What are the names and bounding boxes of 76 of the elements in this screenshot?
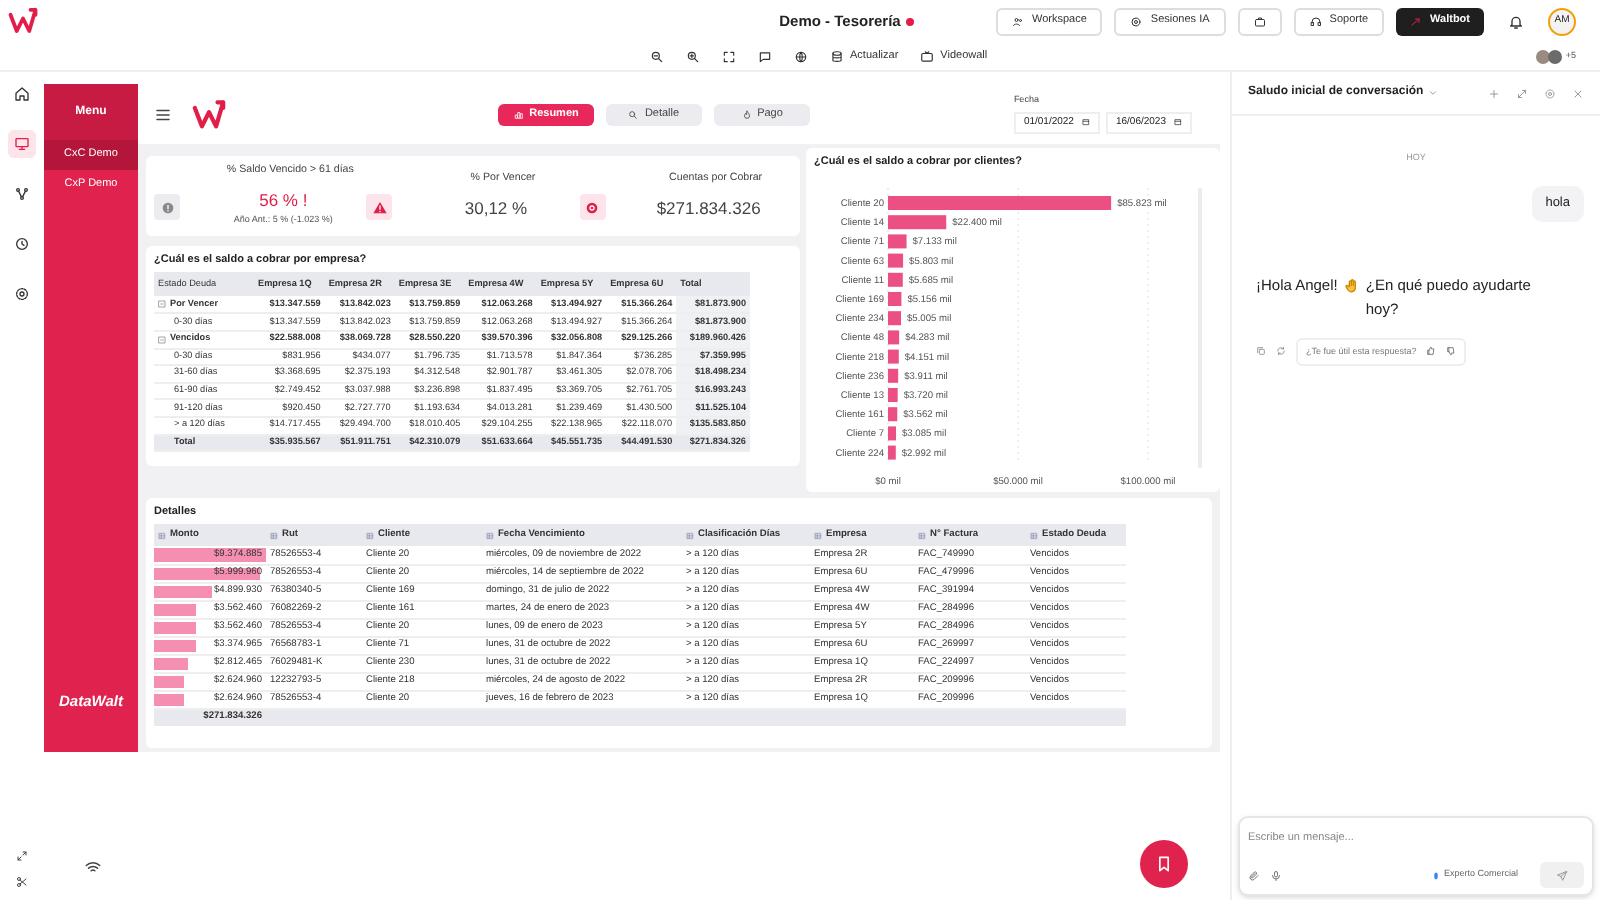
column-type-icon xyxy=(686,531,694,540)
kpi-value: 56 % ! xyxy=(259,188,308,214)
bar[interactable] xyxy=(888,196,1112,211)
info-icon xyxy=(159,199,175,216)
target-icon xyxy=(1130,15,1143,27)
close-icon[interactable] xyxy=(1572,87,1584,99)
logo-icon xyxy=(8,6,38,36)
home-icon xyxy=(14,86,30,102)
tv-icon xyxy=(920,49,935,63)
waving-hand-icon xyxy=(1343,277,1360,293)
copy-icon[interactable] xyxy=(1256,346,1266,357)
briefcase-icon xyxy=(1253,15,1266,27)
notification-icon[interactable] xyxy=(1508,13,1525,29)
bar[interactable] xyxy=(888,369,899,384)
database-icon xyxy=(830,49,844,63)
bar[interactable] xyxy=(888,350,899,365)
scissors-icon[interactable] xyxy=(16,876,28,888)
coin-icon xyxy=(584,199,601,216)
search-icon xyxy=(628,109,639,119)
people-icon xyxy=(1012,15,1024,27)
zoom-in-icon[interactable] xyxy=(686,49,700,63)
network-icon xyxy=(14,186,30,202)
paperclip-icon[interactable] xyxy=(1248,869,1260,881)
zoom-out-icon[interactable] xyxy=(650,49,664,63)
logo-icon xyxy=(192,97,226,131)
collapse-icon[interactable] xyxy=(158,335,166,344)
column-type-icon xyxy=(158,531,166,540)
refresh-icon[interactable] xyxy=(1276,346,1286,357)
monitor-icon xyxy=(14,136,30,152)
kpi-value: $271.834.326 xyxy=(656,195,761,221)
thumbs-up-icon[interactable] xyxy=(1426,346,1437,357)
bar[interactable] xyxy=(888,215,947,230)
globe-icon[interactable] xyxy=(794,49,808,63)
column-type-icon xyxy=(1030,531,1038,540)
column-type-icon xyxy=(366,531,374,540)
warning-icon xyxy=(371,199,388,216)
bar[interactable] xyxy=(888,311,901,326)
flame-icon xyxy=(741,109,752,119)
bar[interactable] xyxy=(888,330,900,345)
clock-icon xyxy=(14,236,30,252)
plus-icon[interactable] xyxy=(1488,87,1500,99)
column-type-icon xyxy=(918,531,926,540)
bar[interactable] xyxy=(888,234,907,249)
column-type-icon xyxy=(270,531,278,540)
kpi-value: 30,12 % xyxy=(464,195,528,221)
bar[interactable] xyxy=(888,254,904,269)
rail-item[interactable] xyxy=(8,130,36,158)
bar[interactable] xyxy=(888,292,902,307)
headset-icon xyxy=(1309,15,1322,27)
chart-icon xyxy=(513,109,524,119)
column-type-icon xyxy=(486,531,494,540)
bookmark-icon xyxy=(1154,854,1174,874)
thumbs-down-icon[interactable] xyxy=(1446,346,1457,357)
bar[interactable] xyxy=(888,388,898,403)
menu-icon[interactable] xyxy=(154,105,172,123)
settings-icon[interactable] xyxy=(1544,87,1556,99)
bar[interactable] xyxy=(888,407,898,422)
arrow-icon xyxy=(1410,15,1423,27)
send-button[interactable] xyxy=(1540,862,1584,888)
settings-icon xyxy=(14,286,30,302)
collapse-icon[interactable] xyxy=(158,300,166,309)
send-icon xyxy=(1556,869,1568,881)
comment-icon[interactable] xyxy=(758,49,772,63)
bar[interactable] xyxy=(888,426,896,441)
wifi-icon xyxy=(84,858,102,876)
calendar-icon xyxy=(1174,118,1182,127)
expand-icon[interactable] xyxy=(722,49,736,63)
chevron-down-icon xyxy=(1427,88,1438,98)
bar[interactable] xyxy=(888,446,896,461)
column-type-icon xyxy=(814,531,822,540)
arrows-icon[interactable] xyxy=(16,850,28,862)
briefcase-button[interactable] xyxy=(1237,7,1282,35)
calendar-icon xyxy=(1081,118,1090,127)
bar[interactable] xyxy=(888,273,903,288)
microphone-icon[interactable] xyxy=(1270,869,1282,881)
bookmark-button[interactable] xyxy=(1140,840,1188,888)
